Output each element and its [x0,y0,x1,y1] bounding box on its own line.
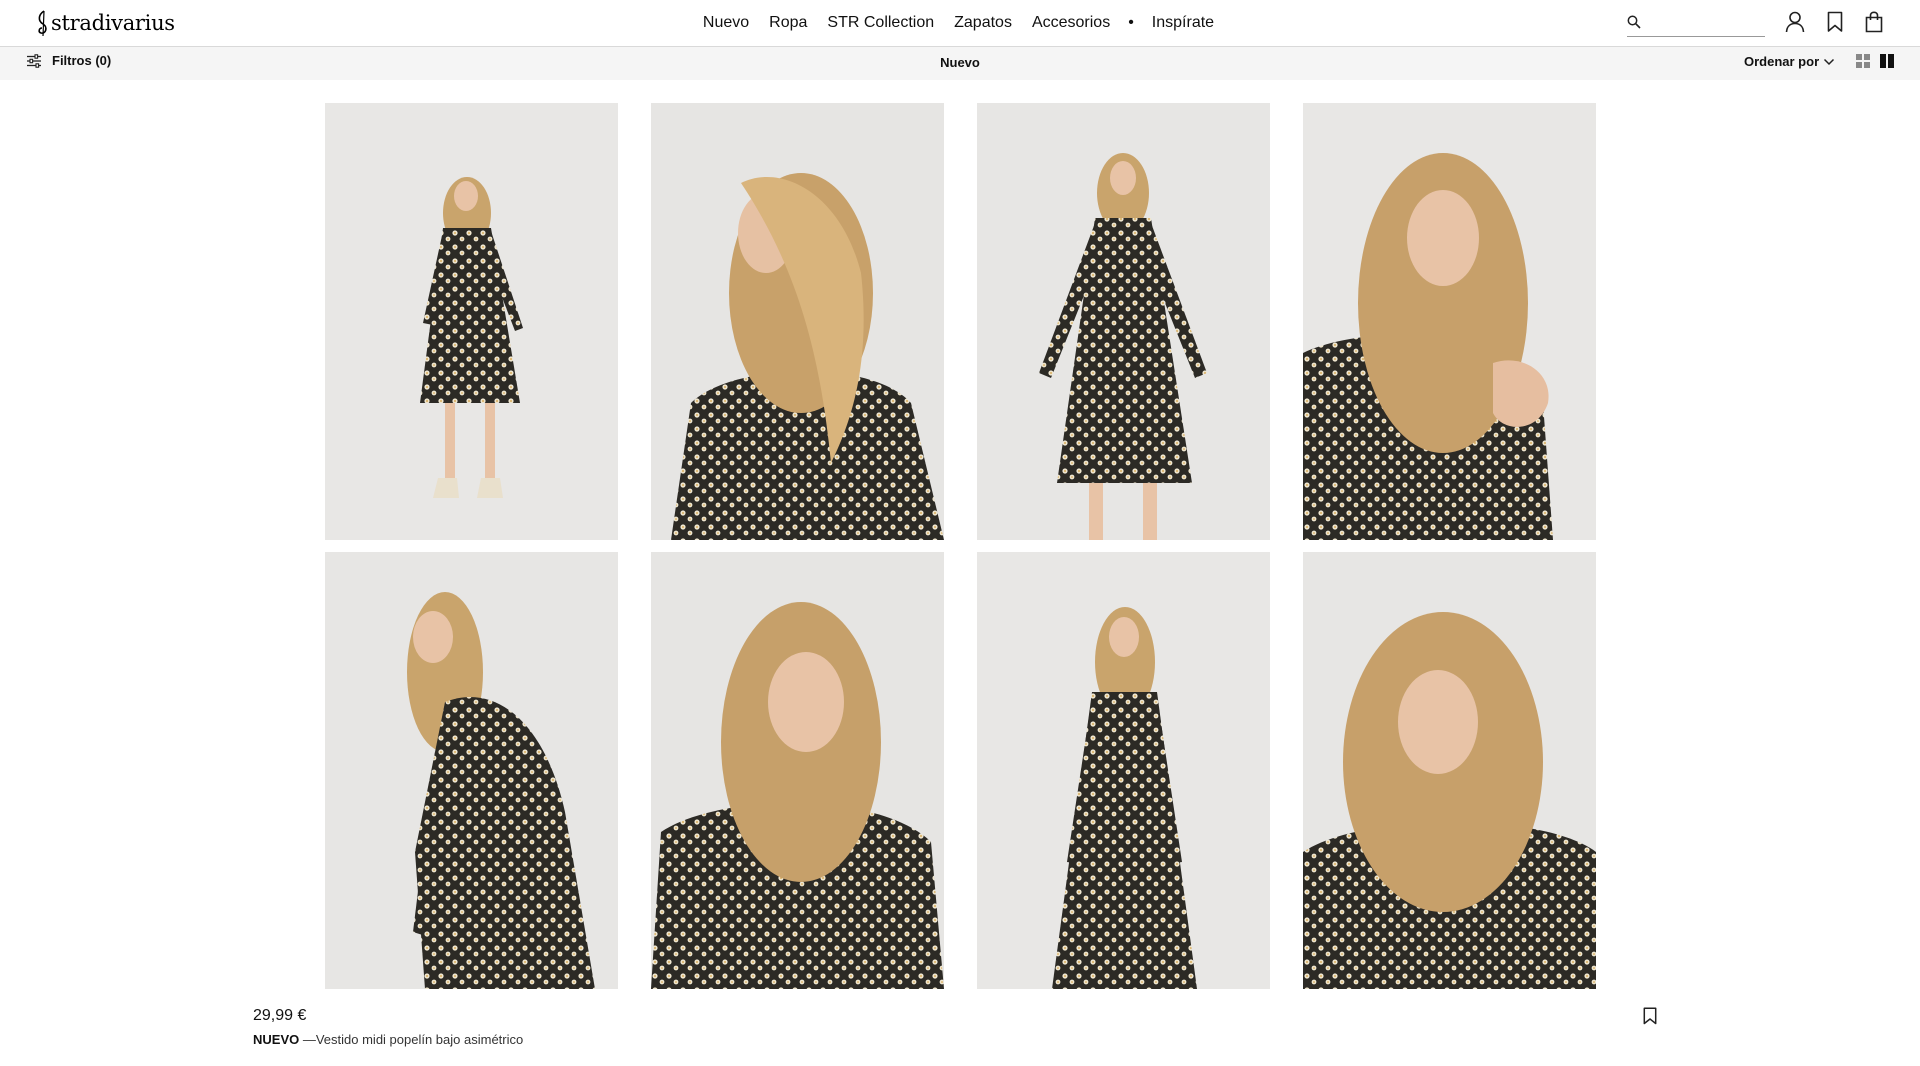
filter-toolbar: Filtros (0) Nuevo Ordenar por [0,47,1920,80]
search-icon[interactable] [1627,15,1641,29]
product-photo-3[interactable] [977,103,1270,540]
two-column-view-icon[interactable] [1880,54,1896,70]
product-photo-4[interactable] [1303,103,1596,540]
top-header: stradivarius Nuevo Ropa STR Collection Z… [0,0,1920,47]
nav-item-zapatos[interactable]: Zapatos [954,14,1012,32]
product-photo-7[interactable] [977,552,1270,989]
shopping-bag-icon[interactable] [1861,9,1887,35]
chevron-down-icon [1824,58,1835,65]
stradivarius-logo[interactable]: stradivarius [36,8,175,38]
search-field[interactable] [1627,8,1765,37]
search-input[interactable] [1645,13,1749,31]
nav-separator-dot: • [1128,14,1134,31]
nav-item-nuevo[interactable]: Nuevo [703,14,749,32]
sort-label: Ordenar por [1744,54,1820,69]
product-photo-2[interactable] [651,103,944,540]
user-icon[interactable] [1782,9,1808,35]
product-name: —Vestido midi popelín bajo asimétrico [299,1032,524,1047]
filters-button[interactable]: Filtros (0) [26,53,111,68]
new-tag: NUEVO [253,1032,300,1047]
product-photo-6[interactable] [651,552,944,989]
sort-dropdown[interactable]: Ordenar por [1744,54,1835,69]
grid-view-icon[interactable] [1856,54,1872,70]
logo-clef-icon [38,10,47,37]
product-description[interactable]: NUEVO —Vestido midi popelín bajo asimétr… [253,1032,523,1047]
logo-text: stradivarius [51,11,175,35]
save-to-wishlist-icon[interactable] [1643,1007,1663,1029]
wishlist-icon[interactable] [1822,9,1848,35]
product-photo-1[interactable] [325,103,618,540]
product-photo-8[interactable] [1303,552,1596,989]
product-price: 29,99 € [253,1007,307,1024]
section-title: Nuevo [940,55,980,70]
product-photo-5[interactable] [325,552,618,989]
nav-item-ropa[interactable]: Ropa [769,14,807,32]
nav-item-accesorios[interactable]: Accesorios [1032,14,1110,32]
product-image-gallery [325,103,1596,989]
nav-item-str-collection[interactable]: STR Collection [827,14,934,32]
filter-sliders-icon [27,53,41,68]
filters-label: Filtros (0) [52,53,112,68]
nav-item-inspirate[interactable]: Inspírate [1152,14,1214,32]
